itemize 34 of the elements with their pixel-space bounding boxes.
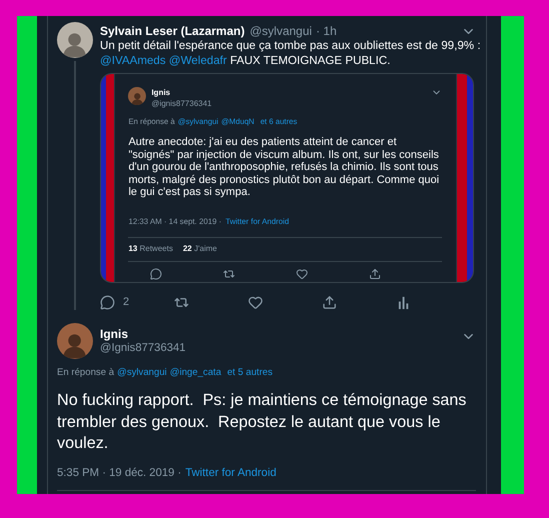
author-handle: @ignis87736341 xyxy=(151,98,212,109)
reply-label: En réponse à xyxy=(57,368,114,378)
avatar[interactable] xyxy=(57,22,93,58)
author-handle: @Ignis87736341 xyxy=(100,341,187,355)
retweet-icon[interactable] xyxy=(174,295,189,310)
avatar[interactable] xyxy=(57,323,93,359)
mention-link[interactable]: @sylvangui xyxy=(117,368,167,378)
reply-icon xyxy=(150,268,162,280)
author-name[interactable]: Ignis xyxy=(100,327,454,341)
author-handle: @sylvangui xyxy=(250,23,312,40)
tweet-time: 5:35 PM · 19 déc. 2019 · xyxy=(57,466,182,480)
mention-link[interactable]: @IVAAmeds xyxy=(100,54,166,67)
like-icon xyxy=(296,268,308,280)
author-name: Ignis xyxy=(151,87,172,98)
source-link[interactable]: Twitter for Android xyxy=(185,466,276,480)
reply-count: 2 xyxy=(123,295,130,310)
person-icon xyxy=(131,90,144,105)
share-icon[interactable] xyxy=(322,295,337,310)
tweet-text: Autre anecdote: j'ai eu des patients atteint de cancer et "soignés" par injection de viscum album. Ils ont, sur les conseils d'un gourou de l'anthroposophie, refusés la chimio. Ils sont tous morts, malgré des pronostics plutôt bon au départ. Comme quoi le gui c'est pas si sympa. xyxy=(128,136,440,198)
author-name[interactable]: Sylvain Leser (Lazarman) xyxy=(100,22,245,40)
tweet-text: No fucking rapport. Ps: je maintiens ce témoignage sans trembler des genoux. Repostez le autant que vous le voulez. xyxy=(57,390,468,454)
tweet-text: Un petit détail l'espérance que ça tombe pas aux oubliettes est de 99,9% : @IVAAmeds @Weledafr FAUX TEMOIGNAGE PUBLIC. xyxy=(100,38,482,68)
like-icon[interactable] xyxy=(248,295,263,310)
mention-link[interactable]: @inge_cata xyxy=(170,368,222,378)
stat-count: 22 J'aime xyxy=(182,244,217,254)
mention-link[interactable]: @Weledafr xyxy=(168,54,227,67)
retweet-icon xyxy=(223,268,236,280)
stat-count: 13 Retweets xyxy=(128,244,173,254)
share-icon xyxy=(369,268,382,280)
quoted-image[interactable] xyxy=(100,73,474,283)
more-link[interactable]: et 5 autres xyxy=(227,368,273,378)
reply-icon[interactable] xyxy=(100,295,115,310)
bar-chart-icon[interactable] xyxy=(396,295,411,310)
tweet-time: · 1h xyxy=(316,23,337,40)
